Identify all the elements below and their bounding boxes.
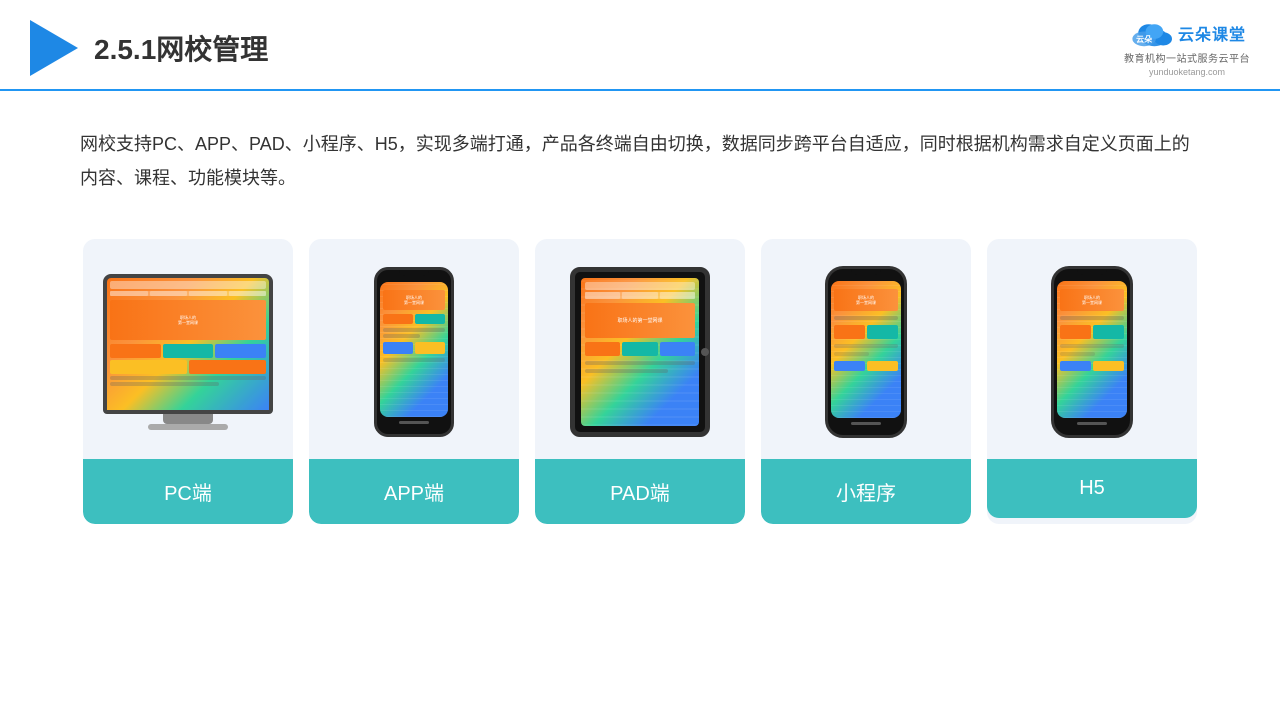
description-text: 网校支持PC、APP、PAD、小程序、H5，实现多端打通，产品各终端自由切换，数… (0, 91, 1280, 215)
brand-name-text: 云朵课堂 (1178, 21, 1246, 45)
pad-image-area: 职场人的第一堂网课 (535, 239, 745, 459)
pad-label: PAD端 (535, 459, 745, 524)
pc-monitor-icon: 职场人的第一堂网课 (103, 274, 273, 414)
logo-triangle-icon (30, 20, 78, 76)
pc-base (148, 424, 228, 430)
pc-screen: 职场人的第一堂网课 (107, 278, 269, 410)
brand-url: yunduoketang.com (1149, 67, 1225, 77)
brand-logo: 云朵 云朵课堂 (1128, 18, 1246, 48)
pc-card: 职场人的第一堂网课 (83, 239, 293, 524)
miniapp-image-area: 职场人的第一堂网课 (761, 239, 971, 459)
app-image-area: 职场人的第一堂网课 (309, 239, 519, 459)
brand-tagline: 教育机构一站式服务云平台 (1124, 50, 1250, 65)
app-phone-icon: 职场人的第一堂网课 (374, 267, 454, 437)
miniapp-card: 职场人的第一堂网课 (761, 239, 971, 524)
page-title: 2.5.1网校管理 (94, 28, 268, 68)
pad-tablet-icon: 职场人的第一堂网课 (570, 267, 710, 437)
h5-label: H5 (987, 459, 1197, 518)
description-paragraph: 网校支持PC、APP、PAD、小程序、H5，实现多端打通，产品各终端自由切换，数… (80, 127, 1200, 195)
page-header: 2.5.1网校管理 云朵 云朵课堂 教育机构一站式服务云平台 yunduoket… (0, 0, 1280, 91)
h5-screen: 职场人的第一堂网课 (1057, 281, 1127, 418)
h5-image-area: 职场人的第一堂网课 (987, 239, 1197, 459)
h5-card: 职场人的第一堂网课 (987, 239, 1197, 524)
pc-image-area: 职场人的第一堂网课 (83, 239, 293, 459)
svg-text:云朵: 云朵 (1136, 34, 1153, 44)
phone-notch (399, 270, 429, 276)
pad-screen: 职场人的第一堂网课 (581, 278, 699, 426)
miniapp-screen: 职场人的第一堂网课 (831, 281, 901, 418)
app-screen: 职场人的第一堂网课 (380, 282, 448, 417)
pc-stand (163, 414, 213, 424)
miniapp-phone-icon: 职场人的第一堂网课 (825, 266, 907, 438)
cloud-icon: 云朵 (1128, 18, 1172, 48)
h5-home-bar (1077, 422, 1107, 425)
h5-phone-notch (1077, 269, 1107, 275)
header-left: 2.5.1网校管理 (30, 20, 268, 76)
app-card: 职场人的第一堂网课 (309, 239, 519, 524)
h5-phone-icon: 职场人的第一堂网课 (1051, 266, 1133, 438)
miniapp-label: 小程序 (761, 459, 971, 524)
phone-home-bar (399, 421, 429, 424)
miniapp-home-bar (851, 422, 881, 425)
pad-card: 职场人的第一堂网课 PAD端 (535, 239, 745, 524)
brand-area: 云朵 云朵课堂 教育机构一站式服务云平台 yunduoketang.com (1124, 18, 1250, 77)
pc-label: PC端 (83, 459, 293, 524)
platform-cards: 职场人的第一堂网课 (0, 215, 1280, 544)
miniapp-phone-notch (851, 269, 881, 275)
tablet-home-button (701, 348, 709, 356)
app-label: APP端 (309, 459, 519, 524)
